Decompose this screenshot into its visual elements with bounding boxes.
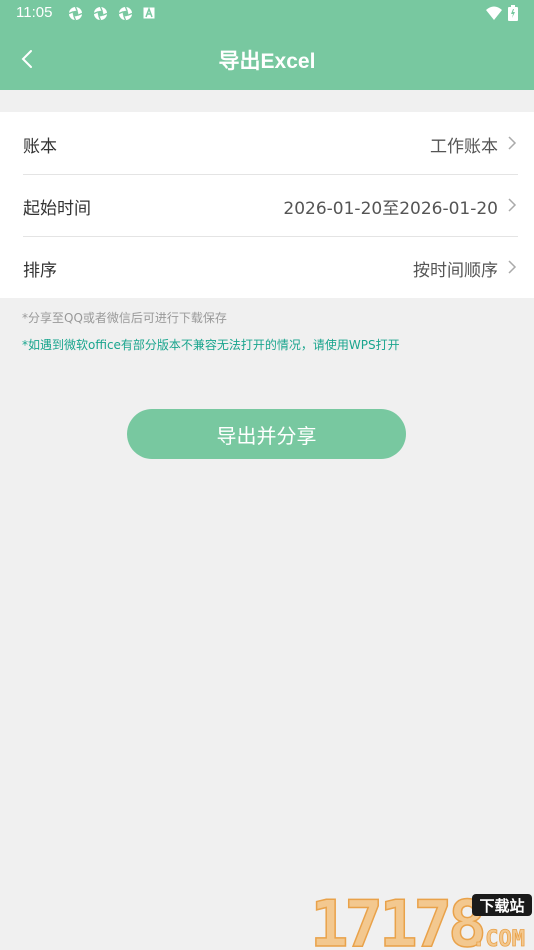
date-range-value: 2026-01-20至2026-01-20: [283, 199, 498, 219]
settings-card: 账本 工作账本 起始时间 2026-01-20至2026-01-20 排序 按时…: [0, 112, 534, 298]
sort-value: 按时间顺序: [413, 261, 498, 281]
a-box-icon: [143, 7, 155, 19]
chevron-right-icon: [508, 198, 517, 212]
ledger-value: 工作账本: [430, 137, 498, 157]
date-range-row[interactable]: 起始时间 2026-01-20至2026-01-20: [0, 174, 534, 236]
svg-text:17178: 17178: [310, 888, 483, 950]
watermark-logo: 17178 下载站 .COM: [310, 888, 532, 950]
aperture-icon: [93, 6, 108, 21]
status-bar: 11:05: [0, 0, 534, 27]
share-hint: *分享至QQ或者微信后可进行下载保存: [22, 311, 227, 325]
app-bar: 导出Excel: [0, 27, 534, 90]
status-right-icons: [486, 5, 518, 21]
svg-text:.COM: .COM: [472, 927, 525, 950]
chevron-right-icon: [508, 260, 517, 274]
wifi-icon: [486, 6, 502, 20]
ledger-label: 账本: [23, 137, 57, 157]
date-range-label: 起始时间: [23, 199, 91, 219]
aperture-icon: [118, 6, 133, 21]
chevron-right-icon: [508, 136, 517, 150]
sort-row[interactable]: 排序 按时间顺序: [0, 236, 534, 298]
svg-text:下载站: 下载站: [479, 897, 524, 915]
battery-icon: [508, 5, 518, 21]
sort-label: 排序: [23, 261, 57, 281]
ledger-row[interactable]: 账本 工作账本: [0, 112, 534, 174]
aperture-icon: [68, 6, 83, 21]
export-share-button[interactable]: 导出并分享: [127, 409, 406, 459]
compat-hint: *如遇到微软office有部分版本不兼容无法打开的情况，请使用WPS打开: [22, 338, 400, 352]
page-title: 导出Excel: [218, 50, 316, 73]
status-time: 11:05: [16, 4, 53, 21]
